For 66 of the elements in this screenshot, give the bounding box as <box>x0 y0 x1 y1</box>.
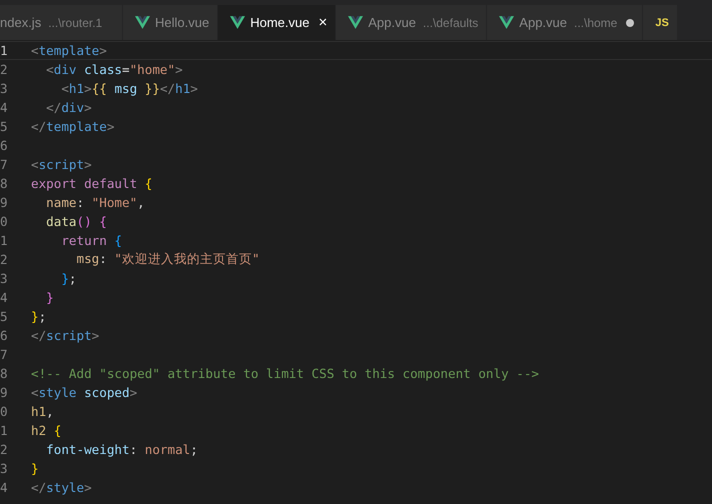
tab-label: Home.vue <box>250 15 310 30</box>
editor-tab[interactable]: ndex.js ...\router.1 <box>0 5 123 40</box>
code-line: </div> <box>45 100 92 115</box>
line-number: 3 <box>0 271 9 286</box>
code-line: font-weight: normal; <box>45 442 198 457</box>
line-number: 9 <box>0 195 9 210</box>
editor-tab[interactable]: App.vue ...\home <box>487 5 644 40</box>
code-line: h1, <box>31 404 54 419</box>
tab-path: ...\defaults <box>422 16 478 30</box>
line-number: 0 <box>0 214 9 229</box>
tab-path: ...\home <box>574 16 618 30</box>
line-number: 0 <box>0 404 9 419</box>
tab-label: App.vue <box>519 15 567 30</box>
editor-tab[interactable]: App.vue ...\defaults <box>336 5 488 40</box>
code-line: </template> <box>31 119 114 134</box>
code-line: h2 { <box>31 423 62 438</box>
line-number: 2 <box>0 252 9 267</box>
vue-logo-icon <box>499 16 514 29</box>
line-number: 6 <box>0 328 9 343</box>
line-number: 9 <box>0 385 9 400</box>
code-line: </script> <box>31 328 100 343</box>
tab-path: ...\router.1 <box>48 16 102 30</box>
line-number: 1 <box>0 43 9 58</box>
line-number: 1 <box>0 233 9 248</box>
line-number: 7 <box>0 157 9 172</box>
line-number: 6 <box>0 138 9 153</box>
editor-tab[interactable]: Hello.vue <box>123 5 218 40</box>
code-line: } <box>45 290 54 305</box>
code-line: </style> <box>31 480 92 495</box>
vue-logo-icon <box>135 16 150 29</box>
code-line: }; <box>60 271 77 286</box>
line-number: 5 <box>0 119 9 134</box>
line-number: 4 <box>0 100 9 115</box>
code-line: <script> <box>31 157 92 172</box>
line-number: 4 <box>0 290 9 305</box>
code-line: msg: "欢迎进入我的主页首页" <box>75 251 260 268</box>
line-number: 5 <box>0 309 9 324</box>
tab-label: App.vue <box>368 15 416 30</box>
line-number: 3 <box>0 81 9 96</box>
js-file-icon: JS <box>655 16 669 28</box>
code-line: return { <box>60 233 122 248</box>
code-line: <template> <box>31 43 107 58</box>
line-number: 3 <box>0 461 9 476</box>
line-number: 7 <box>0 347 9 362</box>
code-line: }; <box>31 309 46 324</box>
vue-logo-icon <box>348 16 364 29</box>
line-number: 2 <box>0 442 9 457</box>
editor-tab[interactable]: JS <box>643 5 677 40</box>
line-number: 1 <box>0 423 9 438</box>
code-line: <h1>{{ msg }}</h1> <box>60 81 198 96</box>
code-line: data() { <box>45 214 107 229</box>
code-line: <!-- Add "scoped" attribute to limit CSS to this component only --> <box>31 366 539 381</box>
tab-label: ndex.js <box>0 15 42 30</box>
code-line: <div class="home"> <box>45 62 183 77</box>
code-line: export default { <box>31 176 152 191</box>
line-number: 8 <box>0 366 9 381</box>
tab-label: Hello.vue <box>155 15 210 30</box>
code-line: } <box>31 461 39 476</box>
editor-tab[interactable]: Home.vue × <box>218 5 336 40</box>
line-number: 4 <box>0 480 9 495</box>
code-line: name: "Home", <box>45 195 145 210</box>
close-icon[interactable]: × <box>318 14 328 31</box>
line-number: 2 <box>0 62 9 77</box>
line-number: 8 <box>0 176 9 191</box>
vue-logo-icon <box>230 16 246 29</box>
code-line: <style scoped> <box>31 385 138 400</box>
